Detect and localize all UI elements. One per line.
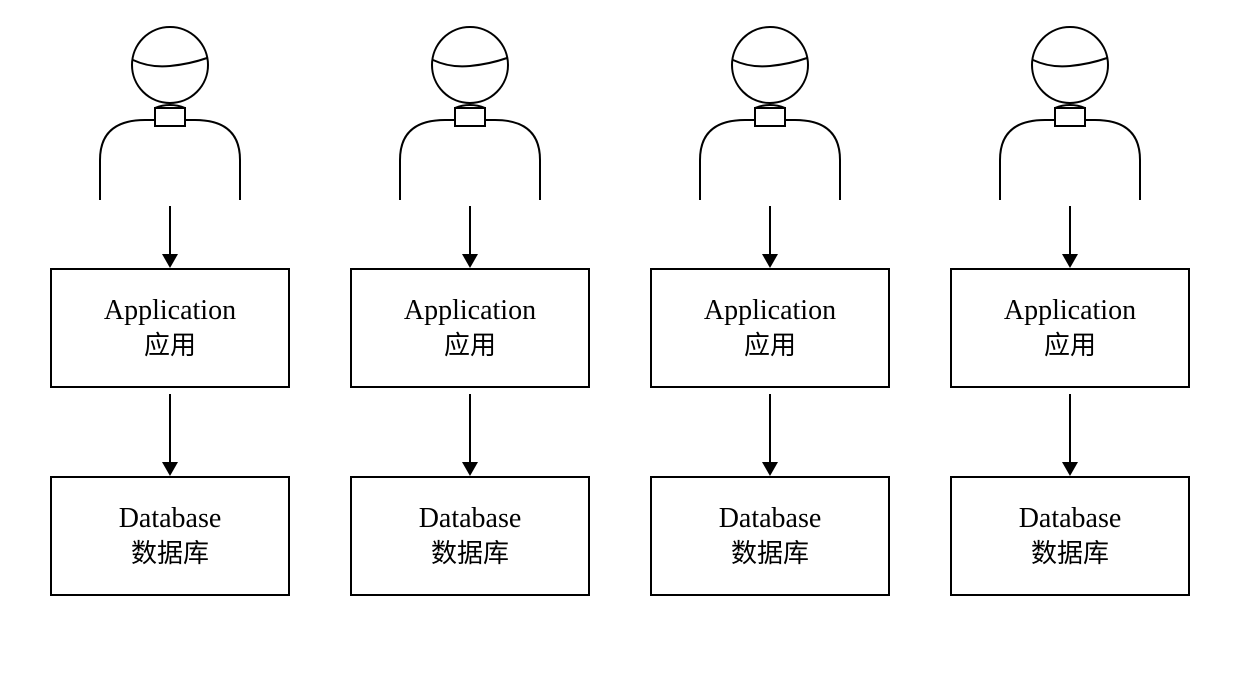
arrow-app-to-db <box>169 394 171 474</box>
database-label-cn: 数据库 <box>131 537 209 571</box>
application-box: Application 应用 <box>950 268 1190 388</box>
application-label-cn: 应用 <box>744 329 796 363</box>
arrow-app-to-db <box>1069 394 1071 474</box>
arrow-app-to-db <box>769 394 771 474</box>
database-box: Database 数据库 <box>350 476 590 596</box>
database-box: Database 数据库 <box>650 476 890 596</box>
user-icon <box>85 20 255 200</box>
arrow-user-to-app <box>1069 206 1071 266</box>
application-label-cn: 应用 <box>144 329 196 363</box>
application-label-cn: 应用 <box>444 329 496 363</box>
database-label-en: Database <box>119 501 222 537</box>
database-label-cn: 数据库 <box>1031 537 1109 571</box>
user-icon <box>985 20 1155 200</box>
diagram-container: Application 应用 Database 数据库 Application … <box>0 0 1240 626</box>
column-4: Application 应用 Database 数据库 <box>950 20 1190 596</box>
application-label-en: Application <box>1004 293 1136 329</box>
database-box: Database 数据库 <box>950 476 1190 596</box>
database-box: Database 数据库 <box>50 476 290 596</box>
arrow-user-to-app <box>769 206 771 266</box>
database-label-en: Database <box>419 501 522 537</box>
application-box: Application 应用 <box>650 268 890 388</box>
user-icon <box>685 20 855 200</box>
database-label-en: Database <box>1019 501 1122 537</box>
application-label-en: Application <box>404 293 536 329</box>
arrow-user-to-app <box>169 206 171 266</box>
application-label-en: Application <box>704 293 836 329</box>
column-2: Application 应用 Database 数据库 <box>350 20 590 596</box>
column-3: Application 应用 Database 数据库 <box>650 20 890 596</box>
database-label-cn: 数据库 <box>431 537 509 571</box>
application-box: Application 应用 <box>350 268 590 388</box>
column-1: Application 应用 Database 数据库 <box>50 20 290 596</box>
application-label-en: Application <box>104 293 236 329</box>
arrow-user-to-app <box>469 206 471 266</box>
arrow-app-to-db <box>469 394 471 474</box>
database-label-cn: 数据库 <box>731 537 809 571</box>
user-icon <box>385 20 555 200</box>
application-box: Application 应用 <box>50 268 290 388</box>
database-label-en: Database <box>719 501 822 537</box>
application-label-cn: 应用 <box>1044 329 1096 363</box>
